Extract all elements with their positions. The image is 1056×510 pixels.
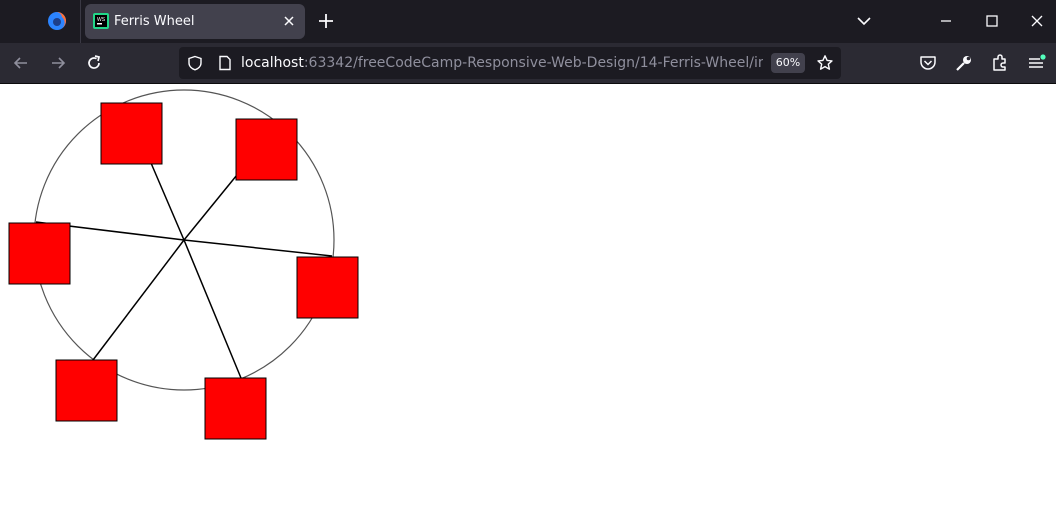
page-viewport: [0, 84, 1056, 510]
minimize-icon[interactable]: [936, 11, 956, 31]
cabin: [235, 118, 298, 181]
close-icon[interactable]: [281, 13, 297, 29]
url-bar[interactable]: localhost:63342/freeCodeCamp-Responsive-…: [179, 47, 841, 79]
cabin: [296, 256, 359, 319]
reload-icon[interactable]: [84, 53, 104, 73]
ferris-wheel: [8, 89, 359, 440]
back-arrow-icon[interactable]: [11, 53, 31, 73]
cabin: [55, 359, 118, 422]
wheel-spoke: [183, 169, 242, 241]
tab-ferris-wheel[interactable]: WS Ferris Wheel: [85, 4, 305, 39]
firefox-logo-icon[interactable]: [46, 10, 68, 32]
url-path: :63342/freeCodeCamp-Responsive-Web-Desig…: [303, 55, 763, 71]
tab-separator: [80, 0, 81, 43]
pocket-icon[interactable]: [918, 53, 938, 73]
svg-text:WS: WS: [97, 17, 106, 23]
cabin: [204, 377, 267, 440]
tab-title: Ferris Wheel: [114, 14, 195, 29]
chevron-down-icon[interactable]: [854, 11, 874, 31]
forward-arrow-icon[interactable]: [48, 53, 68, 73]
wrench-icon[interactable]: [954, 53, 974, 73]
wheel-spoke: [150, 162, 185, 241]
webstorm-favicon-icon: WS: [93, 13, 109, 29]
star-icon[interactable]: [816, 54, 834, 72]
cabin: [100, 102, 163, 165]
wheel-spoke: [183, 239, 242, 379]
maximize-icon[interactable]: [982, 11, 1002, 31]
zoom-level-badge[interactable]: 60%: [771, 53, 805, 73]
cabin: [8, 222, 71, 285]
url-text[interactable]: localhost:63342/freeCodeCamp-Responsive-…: [241, 47, 763, 79]
wheel-spoke: [183, 239, 333, 257]
shield-icon[interactable]: [187, 55, 203, 71]
tab-bar: WS Ferris Wheel: [0, 0, 1056, 43]
navigation-toolbar: localhost:63342/freeCodeCamp-Responsive-…: [0, 43, 1056, 84]
page-icon[interactable]: [217, 55, 233, 71]
wheel-spoke: [92, 239, 185, 361]
menu-icon[interactable]: [1026, 53, 1046, 73]
url-host: localhost: [241, 55, 304, 71]
extensions-icon[interactable]: [990, 53, 1010, 73]
plus-icon[interactable]: [316, 11, 336, 31]
close-icon[interactable]: [1027, 11, 1047, 31]
